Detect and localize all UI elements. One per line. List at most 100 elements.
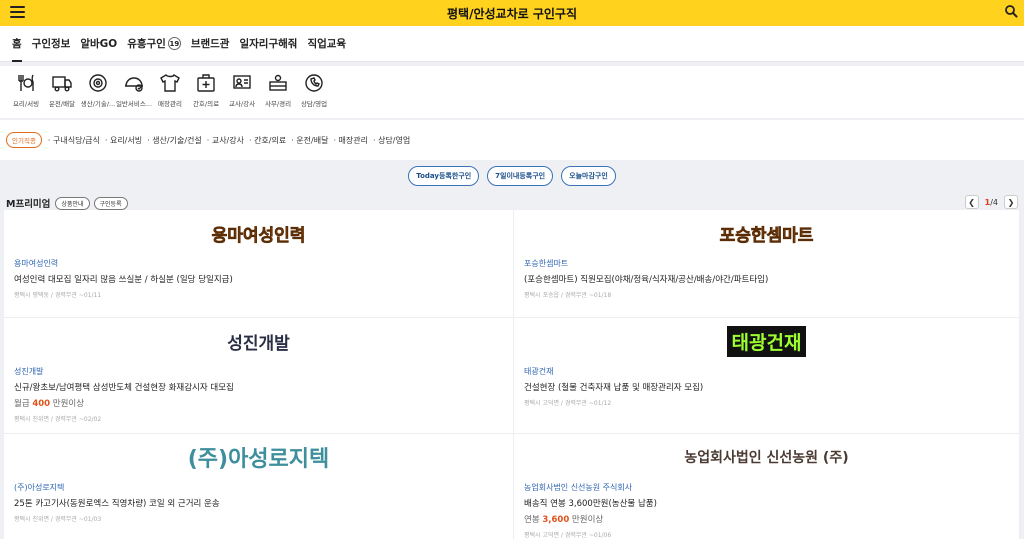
job-title: (포승한셈마트) 직원모집(야채/정육/식자재/공산/배송/야간/파트타임) xyxy=(524,275,769,285)
job-title: 여성인력 대모집 일자리 많음 쓰실분 / 하실분 (일당 당일지급) xyxy=(14,275,233,285)
phone-icon xyxy=(305,74,323,92)
office-icon xyxy=(269,74,287,91)
category-consulting[interactable]: 상담/영업 xyxy=(296,66,332,118)
company-name: 포승한셈마트 xyxy=(524,259,569,268)
salary-prefix: 월급 xyxy=(14,399,33,409)
company-logo: 농업회사법인 신선농원 (주) xyxy=(524,434,1009,480)
company-logo: 성진개발 xyxy=(14,318,503,364)
popular-keyword[interactable]: · 상담/영업 xyxy=(373,135,410,146)
shirt-icon xyxy=(160,74,180,92)
company-name: 성진개발 xyxy=(14,367,44,376)
tab-job-education[interactable]: 직업교육 xyxy=(307,26,346,62)
job-meta: 평택시 고덕면 / 경력무관 ~01/06 xyxy=(524,532,612,539)
popular-keyword[interactable]: · 운전/배달 xyxy=(291,135,328,146)
product-info-button[interactable]: 상품안내 xyxy=(55,196,90,210)
tab-job-info[interactable]: 구인정보 xyxy=(32,26,71,62)
category-medical[interactable]: 간호/의료 xyxy=(188,66,224,118)
job-meta: 평택시 평택동 / 경력무관 ~01/11 xyxy=(14,292,102,299)
cutlery-icon xyxy=(18,74,34,91)
tab-albago[interactable]: 알바GO xyxy=(80,26,117,62)
job-card[interactable]: 성진개발 성진개발 신규/왕초보/남여평택 삼성반도체 건설현장 화재감시자 대… xyxy=(4,318,514,434)
main-nav: 홈 구인정보 알바GO 유흥구인 19 브랜드관 일자리구해줘 직업교육 xyxy=(0,26,1024,62)
company-name: 태광건재 xyxy=(524,367,554,376)
within-7-days-button[interactable]: 7일이내등록구인 xyxy=(487,166,554,186)
age-limit-badge: 19 xyxy=(167,37,181,50)
tab-label: 유흥구인 xyxy=(127,38,166,50)
category-store-management[interactable]: 매장관리 xyxy=(152,66,188,118)
category-office[interactable]: 사무/경리 xyxy=(260,66,296,118)
job-title: 건설현장 (철물 건축자재 납품 및 매장관리자 모집) xyxy=(524,383,704,393)
page-title: 평택/안성교차로 구인구직 xyxy=(446,6,577,21)
category-label: 생산/기술/... xyxy=(80,100,116,108)
prev-page-icon[interactable]: ❮ xyxy=(964,195,979,209)
tab-label: 일자리구해줘 xyxy=(239,38,298,50)
closing-today-button[interactable]: 오늘마감구인 xyxy=(561,166,616,186)
logo-text: 성진개발 xyxy=(227,333,290,354)
premium-job-grid: 용마여성인력 용마여성인력 여성인력 대모집 일자리 많음 쓰실분 / 하실분 … xyxy=(4,210,1020,539)
job-card[interactable]: 태광건재 태광건재 건설현장 (철물 건축자재 납품 및 매장관리자 모집) 평… xyxy=(514,318,1020,434)
job-meta: 평택시 고덕면 / 경력무관 ~01/12 xyxy=(524,400,612,407)
job-card[interactable]: (주)아성로지텍 (주)아성로지텍 25톤 카고기사(동원로엑스 직영차량) 코… xyxy=(4,434,514,539)
company-logo: (주)아성로지텍 xyxy=(14,434,503,480)
category-cooking[interactable]: 요리/서빙 xyxy=(8,66,44,118)
tab-label: 브랜드관 xyxy=(190,38,230,50)
salary-suffix: 만원이상 xyxy=(569,515,604,525)
salary-amount: 400 xyxy=(32,399,51,409)
company-logo: 용마여성인력 xyxy=(14,210,503,256)
salary-prefix: 연봉 xyxy=(524,515,543,525)
category-label: 교사/강사 xyxy=(228,100,256,108)
quick-filter-bar: Today등록한구인 7일이내등록구인 오늘마감구인 xyxy=(0,160,1024,192)
category-driving[interactable]: 운전/배달 xyxy=(44,66,80,118)
tab-brand[interactable]: 브랜드관 xyxy=(191,26,230,62)
job-title: 배송직 연봉 3,600만원(농산물 납품) xyxy=(524,499,657,509)
job-meta: 평택시 진위면 / 경력무관 ~01/03 xyxy=(14,516,102,523)
tab-label: 구인정보 xyxy=(31,38,71,50)
popular-keyword[interactable]: · 생산/기술/건설 xyxy=(147,135,202,146)
teacher-icon xyxy=(233,75,251,89)
category-teacher[interactable]: 교사/강사 xyxy=(224,66,260,118)
popular-keyword[interactable]: · 간호/의료 xyxy=(249,135,286,146)
company-name: 용마여성인력 xyxy=(14,259,59,268)
popular-keyword[interactable]: · 구내식당/급식 xyxy=(48,135,100,146)
category-label: 요리/서빙 xyxy=(12,100,40,108)
hamburger-menu-icon[interactable] xyxy=(10,6,25,18)
tab-label: 홈 xyxy=(12,38,22,50)
service-icon xyxy=(125,77,143,92)
medical-kit-icon xyxy=(197,74,215,92)
category-label: 간호/의료 xyxy=(192,100,220,108)
register-job-button[interactable]: 구인등록 xyxy=(93,196,128,210)
category-label: 사무/경리 xyxy=(264,100,292,108)
popular-keyword[interactable]: · 요리/서빙 xyxy=(105,135,142,146)
tab-find-job-for-me[interactable]: 일자리구해줘 xyxy=(239,26,297,62)
job-meta: 평택시 포승읍 / 경력무관 ~01/18 xyxy=(524,292,612,299)
truck-icon xyxy=(52,76,72,92)
total-pages: /4 xyxy=(990,197,998,207)
category-bar: 요리/서빙 운전/배달 생산/기술/... 일반서비스... 매장관리 간호/의… xyxy=(0,66,1024,118)
category-label: 운전/배달 xyxy=(48,100,76,108)
pager: ❮ 1/4 ❯ xyxy=(964,195,1018,209)
job-card[interactable]: 포승한셈마트 포승한셈마트 (포승한셈마트) 직원모집(야채/정육/식자재/공산… xyxy=(514,210,1020,318)
company-name: (주)아성로지텍 xyxy=(14,483,65,492)
popular-pill: 인기직종 xyxy=(6,132,42,148)
category-service[interactable]: 일반서비스... xyxy=(116,66,152,118)
tab-entertainment-jobs[interactable]: 유흥구인 19 xyxy=(127,26,181,62)
popular-keyword[interactable]: · 매장관리 xyxy=(333,135,368,146)
company-logo: 포승한셈마트 xyxy=(524,210,1009,256)
tab-label: 알바GO xyxy=(80,38,118,50)
popular-keyword[interactable]: · 교사/강사 xyxy=(207,135,244,146)
logo-text: 농업회사법인 신선농원 (주) xyxy=(684,450,849,466)
page-count: 1/4 xyxy=(985,198,998,207)
category-label: 일반서비스... xyxy=(115,100,153,108)
job-card[interactable]: 용마여성인력 용마여성인력 여성인력 대모집 일자리 많음 쓰실분 / 하실분 … xyxy=(4,210,514,318)
job-card[interactable]: 농업회사법인 신선농원 (주) 농업회사법인 신선농원 주식회사 배송직 연봉 … xyxy=(514,434,1020,539)
salary-amount: 3,600 xyxy=(542,515,570,525)
today-registered-button[interactable]: Today등록한구인 xyxy=(408,166,480,186)
category-production[interactable]: 생산/기술/... xyxy=(80,66,116,118)
tab-label: 직업교육 xyxy=(307,38,347,50)
tab-home[interactable]: 홈 xyxy=(12,26,22,62)
next-page-icon[interactable]: ❯ xyxy=(1004,195,1018,209)
search-icon[interactable] xyxy=(1004,4,1018,18)
salary: 연봉 3,600 만원이상 xyxy=(524,513,1009,525)
gear-icon xyxy=(89,74,107,92)
app-header: 평택/안성교차로 구인구직 xyxy=(0,0,1024,26)
